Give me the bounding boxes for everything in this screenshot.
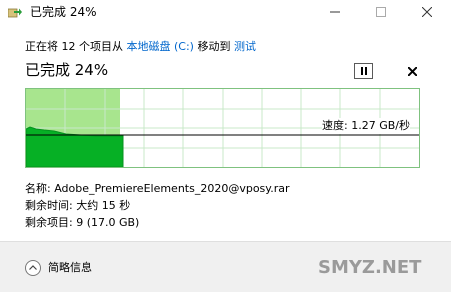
maximize-icon <box>376 7 386 17</box>
copy-middle: 移动到 <box>193 40 234 53</box>
items-remaining: 剩余项目: 9 (17.0 GB) <box>25 216 140 229</box>
progress-title: 已完成 24% <box>25 61 109 79</box>
less-details-toggle[interactable] <box>25 260 41 276</box>
cancel-button[interactable] <box>404 62 420 80</box>
copy-description: 正在将 12 个项目从 本地磁盘 (C:) 移动到 测试 <box>25 39 256 55</box>
chevron-up-icon <box>29 265 37 270</box>
copy-prefix: 正在将 12 个项目从 <box>25 40 127 53</box>
copy-arrow-icon <box>8 8 22 18</box>
source-link[interactable]: 本地磁盘 (C:) <box>127 40 194 53</box>
destination-link[interactable]: 测试 <box>234 40 256 53</box>
footer-bar: 简略信息 SMYZ.NET <box>0 241 451 292</box>
watermark: SMYZ.NET <box>318 257 422 278</box>
speed-label: 速度: 1.27 GB/秒 <box>322 118 410 134</box>
less-details-label[interactable]: 简略信息 <box>48 260 92 276</box>
title-bar: 已完成 24% <box>0 0 451 24</box>
close-icon <box>422 7 432 17</box>
maximize-button[interactable] <box>358 0 404 24</box>
file-name: 名称: Adobe_PremiereElements_2020@vposy.ra… <box>25 182 290 195</box>
minimize-icon <box>330 11 340 13</box>
window-title: 已完成 24% <box>30 5 97 19</box>
minimize-button[interactable] <box>312 0 358 24</box>
pause-button[interactable] <box>354 63 373 79</box>
close-button[interactable] <box>404 0 450 24</box>
time-remaining: 剩余时间: 大约 15 秒 <box>25 199 131 212</box>
close-icon <box>407 66 417 76</box>
pause-icon <box>360 67 368 75</box>
